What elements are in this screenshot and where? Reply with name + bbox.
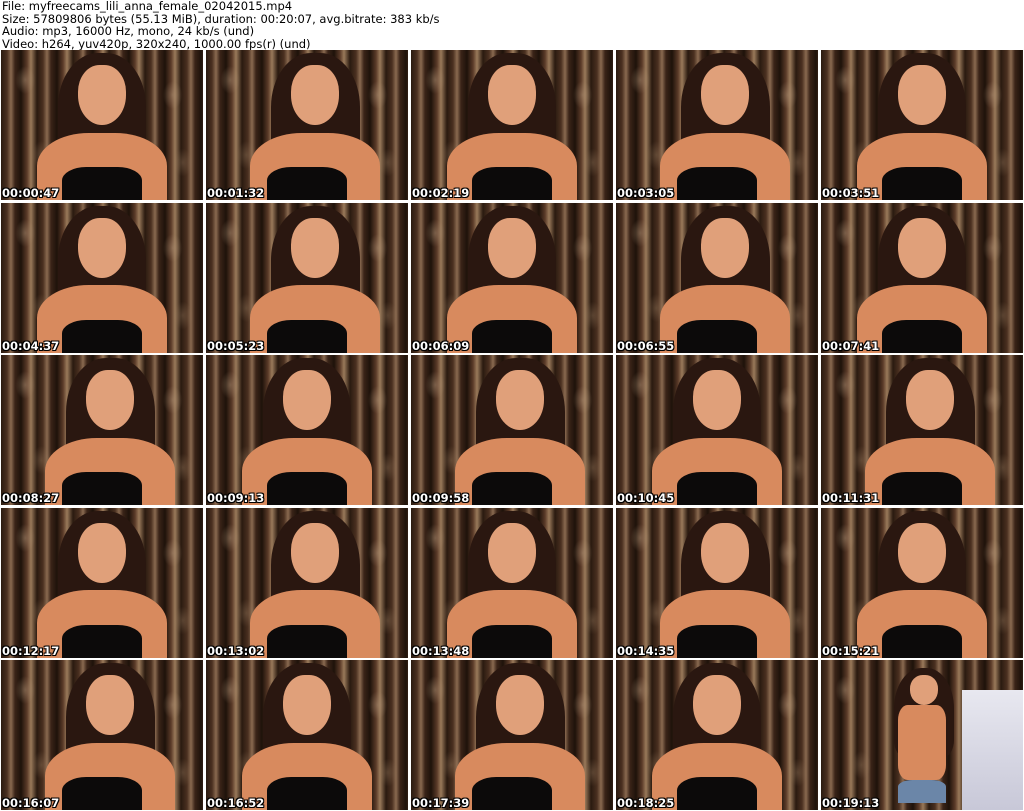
thumbnail-timestamp: 00:09:13 bbox=[207, 491, 265, 505]
thumbnail-grid: 00:00:47 00:01:32 00:02:19 00:03:05 00:0… bbox=[1, 50, 1023, 810]
video-thumbnail: 00:15:21 bbox=[821, 507, 1023, 658]
video-thumbnail: 00:02:19 bbox=[411, 50, 613, 200]
video-info-line: Video: h264, yuv420p, 320x240, 1000.00 f… bbox=[2, 36, 311, 51]
thumbnail-timestamp: 00:04:37 bbox=[2, 338, 60, 353]
video-thumbnail: 00:03:51 bbox=[821, 50, 1023, 200]
thumbnail-timestamp: 00:15:21 bbox=[822, 643, 880, 658]
video-thumbnail: 00:03:05 bbox=[616, 50, 818, 200]
thumbnail-timestamp: 00:13:02 bbox=[207, 643, 265, 658]
video-thumbnail: 00:17:39 bbox=[411, 660, 613, 810]
file-info-header: File: myfreecams_lili_anna_female_020420… bbox=[2, 0, 1022, 50]
thumbnail-timestamp: 00:06:09 bbox=[412, 338, 470, 353]
thumbnail-timestamp: 00:03:05 bbox=[617, 186, 675, 200]
video-thumbnail: 00:06:09 bbox=[411, 202, 613, 353]
thumbnail-timestamp: 00:02:19 bbox=[412, 186, 470, 200]
thumbnail-timestamp: 00:17:39 bbox=[412, 796, 470, 810]
video-thumbnail: 00:09:58 bbox=[411, 355, 613, 505]
video-thumbnail: 00:01:32 bbox=[206, 50, 408, 200]
thumbnail-timestamp: 00:14:35 bbox=[617, 643, 675, 658]
video-thumbnail: 00:16:52 bbox=[206, 660, 408, 810]
thumbnail-timestamp: 00:01:32 bbox=[207, 186, 265, 200]
thumbnail-timestamp: 00:10:45 bbox=[617, 491, 675, 505]
thumbnail-timestamp: 00:03:51 bbox=[822, 186, 880, 200]
thumbnail-timestamp: 00:09:58 bbox=[412, 491, 470, 505]
video-thumbnail: 00:10:45 bbox=[616, 355, 818, 505]
thumbnail-timestamp: 00:08:27 bbox=[2, 491, 60, 505]
video-thumbnail: 00:06:55 bbox=[616, 202, 818, 353]
thumbnail-timestamp: 00:13:48 bbox=[412, 643, 470, 658]
video-thumbnail: 00:13:48 bbox=[411, 507, 613, 658]
video-thumbnail: 00:04:37 bbox=[1, 202, 203, 353]
thumbnail-timestamp: 00:19:13 bbox=[822, 796, 880, 810]
thumbnail-timestamp: 00:05:23 bbox=[207, 338, 265, 353]
thumbnail-timestamp: 00:16:07 bbox=[2, 796, 60, 810]
video-thumbnail: 00:08:27 bbox=[1, 355, 203, 505]
video-thumbnail: 00:07:41 bbox=[821, 202, 1023, 353]
video-thumbnail: 00:18:25 bbox=[616, 660, 818, 810]
video-thumbnail: 00:05:23 bbox=[206, 202, 408, 353]
thumbnail-timestamp: 00:00:47 bbox=[2, 186, 60, 200]
video-thumbnail: 00:00:47 bbox=[1, 50, 203, 200]
video-thumbnail: 00:09:13 bbox=[206, 355, 408, 505]
video-thumbnail: 00:19:13 bbox=[821, 660, 1023, 810]
video-thumbnail: 00:16:07 bbox=[1, 660, 203, 810]
thumbnail-timestamp: 00:11:31 bbox=[822, 491, 880, 505]
thumbnail-timestamp: 00:16:52 bbox=[207, 796, 265, 810]
thumbnail-timestamp: 00:07:41 bbox=[822, 338, 880, 353]
thumbnail-timestamp: 00:12:17 bbox=[2, 643, 60, 658]
video-thumbnail: 00:11:31 bbox=[821, 355, 1023, 505]
audio-info-line: Audio: mp3, 16000 Hz, mono, 24 kb/s (und… bbox=[2, 24, 255, 39]
file-name-line: File: myfreecams_lili_anna_female_020420… bbox=[2, 0, 293, 13]
video-thumbnail: 00:12:17 bbox=[1, 507, 203, 658]
video-thumbnail: 00:14:35 bbox=[616, 507, 818, 658]
video-thumbnail: 00:13:02 bbox=[206, 507, 408, 658]
thumbnail-timestamp: 00:06:55 bbox=[617, 338, 675, 353]
thumbnail-timestamp: 00:18:25 bbox=[617, 796, 675, 810]
